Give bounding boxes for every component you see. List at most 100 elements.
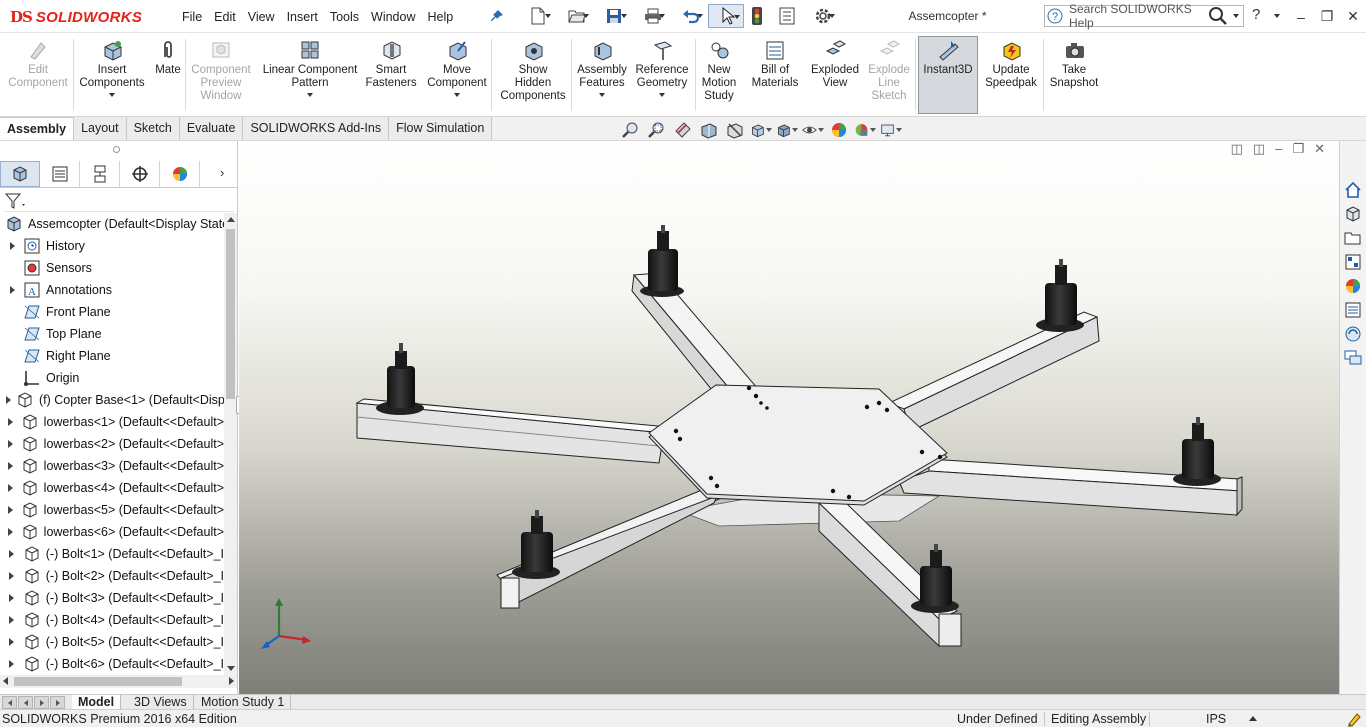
smart-fasteners-button[interactable]: Smart Fasteners	[365, 37, 417, 115]
instant3d-button[interactable]: Instant3D	[918, 36, 978, 114]
design-library-tab[interactable]	[1342, 203, 1364, 225]
tab-sketch[interactable]: Sketch	[126, 117, 180, 140]
previous-view-button[interactable]	[672, 121, 694, 139]
featuremanager-tab[interactable]	[0, 161, 40, 187]
tab-3d-views[interactable]: 3D Views	[128, 695, 194, 710]
solidworks-logo[interactable]: DS SOLIDWORKS	[10, 6, 142, 28]
tree-filter[interactable]	[4, 190, 234, 212]
tab-evaluate[interactable]: Evaluate	[179, 117, 244, 140]
appearances-tab[interactable]	[1342, 275, 1364, 297]
tree-item-bolt-2-default-default-i[interactable]: (-) Bolt<2> (Default<<Default>_I	[0, 565, 224, 587]
file-properties-button[interactable]	[774, 4, 800, 28]
update-speedpak-button[interactable]: Update Speedpak	[980, 37, 1042, 115]
zoom-to-fit-button[interactable]	[620, 121, 642, 139]
menu-window[interactable]: Window	[365, 10, 421, 24]
expand-arrow-icon[interactable]	[6, 418, 16, 426]
tab-flow-simulation[interactable]: Flow Simulation	[389, 117, 493, 140]
open-button[interactable]	[556, 4, 592, 28]
view-palette-tab[interactable]	[1342, 251, 1364, 273]
menu-edit[interactable]: Edit	[208, 10, 242, 24]
insert-components-button[interactable]: Insert Components	[76, 37, 148, 115]
tree-item-lowerbas-3-default-default[interactable]: lowerbas<3> (Default<<Default>	[0, 455, 224, 477]
restore-button[interactable]: ❐	[1314, 0, 1340, 33]
tree-item-lowerbas-4-default-default[interactable]: lowerbas<4> (Default<<Default>	[0, 477, 224, 499]
close-button[interactable]: ✕	[1340, 0, 1366, 33]
expand-arrow-icon[interactable]	[6, 440, 16, 448]
tree-item-top-plane[interactable]: Top Plane	[0, 323, 224, 345]
menu-insert[interactable]: Insert	[281, 10, 324, 24]
expand-arrow-icon[interactable]	[6, 286, 18, 294]
tree-vertical-scrollbar[interactable]	[224, 213, 237, 675]
expand-arrow-icon[interactable]	[6, 550, 18, 558]
file-explorer-tab[interactable]	[1342, 227, 1364, 249]
tree-item-front-plane[interactable]: Front Plane	[0, 301, 224, 323]
explode-line-sketch-button[interactable]: Explode Line Sketch	[866, 37, 912, 115]
tree-item-sensors[interactable]: Sensors	[0, 257, 224, 279]
help-dropdown-caret[interactable]	[1274, 14, 1280, 18]
linear-component-pattern-button[interactable]: Linear Component Pattern	[256, 37, 364, 115]
tree-item-lowerbas-2-default-default[interactable]: lowerbas<2> (Default<<Default>	[0, 433, 224, 455]
search-box[interactable]: ? Search SOLIDWORKS Help	[1044, 2, 1244, 30]
component-preview-window-button[interactable]: Component Preview Window	[188, 37, 254, 115]
expand-arrow-icon[interactable]	[6, 660, 18, 668]
search-icon[interactable]	[1207, 6, 1229, 26]
more-tabs-chevron-icon[interactable]: ›	[220, 165, 234, 183]
dropdown-caret-icon[interactable]	[307, 93, 313, 97]
menu-view[interactable]: View	[242, 10, 281, 24]
expand-arrow-icon[interactable]	[6, 484, 16, 492]
quick-tips-icon[interactable]	[1346, 711, 1362, 727]
dropdown-caret-icon[interactable]	[599, 93, 605, 97]
show-hidden-components-button[interactable]: Show Hidden Components	[494, 37, 572, 115]
tree-horizontal-scrollbar[interactable]	[0, 675, 237, 688]
options-button[interactable]	[802, 4, 838, 28]
select-button[interactable]	[708, 4, 744, 28]
tree-item-lowerbas-6-default-default[interactable]: lowerbas<6> (Default<<Default>	[0, 521, 224, 543]
propertymanager-tab[interactable]	[40, 161, 80, 187]
community-tab[interactable]	[1342, 347, 1364, 369]
solidworks-forum-tab[interactable]	[1342, 323, 1364, 345]
expand-arrow-icon[interactable]	[6, 616, 18, 624]
tree-root-assembly[interactable]: Assemcopter (Default<Display State-	[0, 213, 224, 235]
section-view-button[interactable]	[698, 121, 720, 139]
panel-grip[interactable]	[0, 141, 238, 161]
tree-item-bolt-4-default-default-i[interactable]: (-) Bolt<4> (Default<<Default>_I	[0, 609, 224, 631]
tree-item-f-copter-base-1-default-disp[interactable]: (f) Copter Base<1> (Default<Disp	[0, 389, 224, 411]
menu-file[interactable]: File	[176, 10, 208, 24]
rebuild-button[interactable]	[746, 4, 772, 28]
dimxpert-tab[interactable]	[120, 161, 160, 187]
apply-scene-button[interactable]	[854, 121, 876, 139]
expand-arrow-icon[interactable]	[6, 242, 18, 250]
units-selector[interactable]: IPS	[1206, 712, 1226, 726]
dynamic-annotation-button[interactable]	[724, 121, 746, 139]
configurationmanager-tab[interactable]	[80, 161, 120, 187]
view-settings-button[interactable]	[880, 121, 902, 139]
assembly-features-button[interactable]: Assembly Features	[574, 37, 630, 115]
units-up-caret[interactable]	[1249, 716, 1257, 721]
mate-button[interactable]: Mate	[150, 37, 186, 115]
graphics-area[interactable]: ◫ ◫ – ❐ ✕	[239, 141, 1339, 694]
new-motion-study-button[interactable]: New Motion Study	[698, 37, 740, 115]
tree-item-right-plane[interactable]: Right Plane	[0, 345, 224, 367]
tab-model[interactable]: Model	[72, 695, 122, 710]
tree-item-history[interactable]: History	[0, 235, 224, 257]
minimize-button[interactable]: –	[1288, 0, 1314, 33]
tree-item-annotations[interactable]: A Annotations	[0, 279, 224, 301]
dropdown-caret-icon[interactable]	[454, 93, 460, 97]
edit-appearance-button[interactable]	[828, 121, 850, 139]
search-input[interactable]: Search SOLIDWORKS Help	[1065, 2, 1207, 30]
next-tab-arrow-icon[interactable]	[34, 696, 49, 709]
expand-arrow-icon[interactable]	[6, 572, 18, 580]
bill-of-materials-button[interactable]: Bill of Materials	[748, 37, 802, 115]
last-tab-arrow-icon[interactable]	[50, 696, 65, 709]
dropdown-caret-icon[interactable]	[109, 93, 115, 97]
undo-button[interactable]	[670, 4, 706, 28]
expand-arrow-icon[interactable]	[6, 462, 16, 470]
move-component-button[interactable]: Move Component	[420, 37, 494, 115]
tab-solidworks-add-ins[interactable]: SOLIDWORKS Add-Ins	[243, 117, 390, 140]
expand-arrow-icon[interactable]	[6, 638, 18, 646]
display-manager-tab[interactable]	[160, 161, 200, 187]
expand-arrow-icon[interactable]	[6, 528, 16, 536]
expand-arrow-icon[interactable]	[6, 506, 16, 514]
solidworks-resources-tab[interactable]	[1342, 179, 1364, 201]
tree-item-bolt-5-default-default-i[interactable]: (-) Bolt<5> (Default<<Default>_I	[0, 631, 224, 653]
